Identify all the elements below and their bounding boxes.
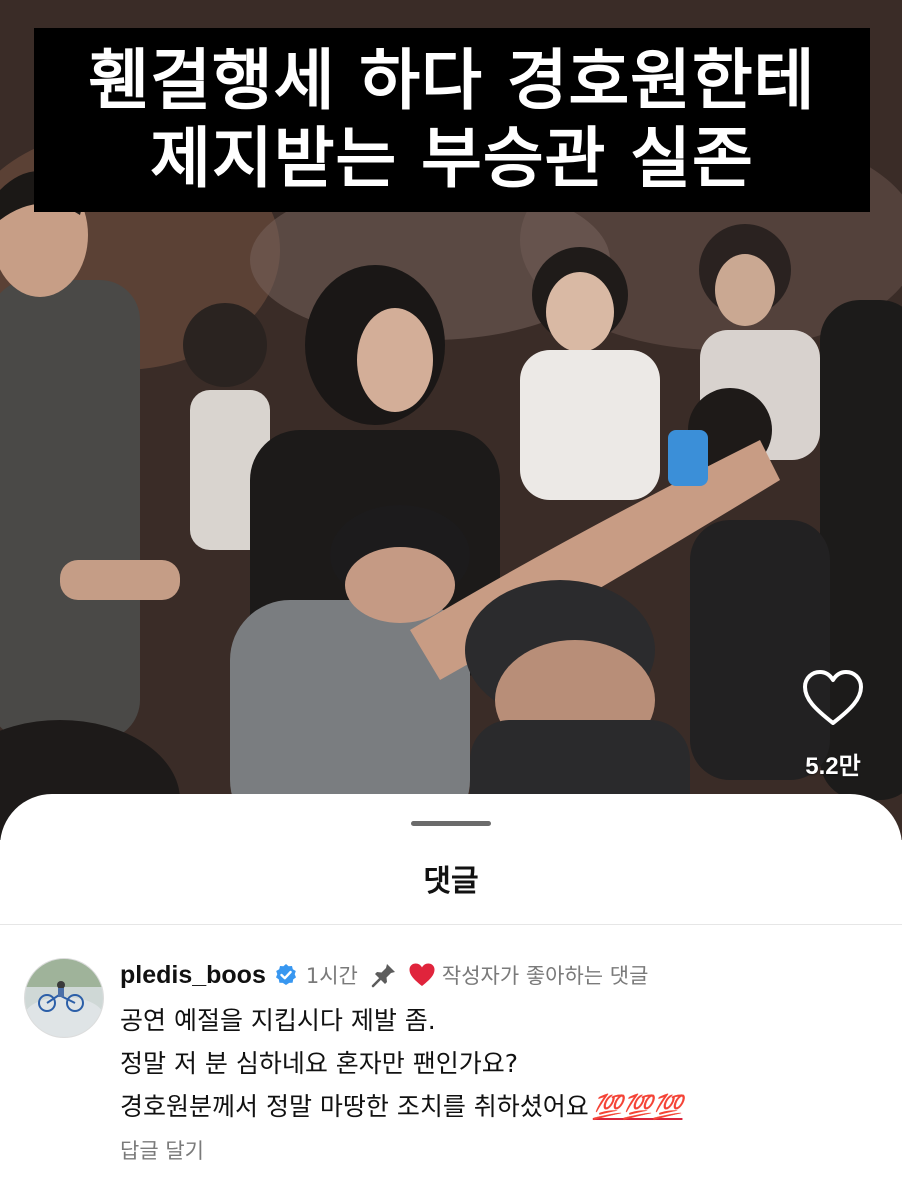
comment-text: 공연 예절을 지킵시다 제발 좀. 정말 저 분 심하네요 혼자만 팬인가요? … <box>120 999 880 1129</box>
comment-line-2: 정말 저 분 심하네요 혼자만 팬인가요? <box>120 1049 519 1078</box>
sheet-drag-handle[interactable] <box>411 821 491 826</box>
reels-screen: 휀걸행세 하다 경호원한테 제지받는 부승관 실존 5.2만 댓글 pledis… <box>0 0 902 1200</box>
comment-line-1: 공연 예절을 지킵시다 제발 좀. <box>120 1006 436 1035</box>
video-caption-line-1: 휀걸행세 하다 경호원한테 <box>88 42 816 119</box>
video-player[interactable]: 휀걸행세 하다 경호원한테 제지받는 부승관 실존 5.2만 <box>0 0 902 840</box>
comments-sheet: 댓글 pledis_boos 1시간 작성자가 좋아하는 댓글 공연 예절을 지… <box>0 794 902 1200</box>
reply-button[interactable]: 답글 달기 <box>120 1135 204 1165</box>
video-caption-line-2: 제지받는 부승관 실존 <box>150 120 754 197</box>
heart-outline-icon[interactable] <box>801 668 865 728</box>
video-caption-banner: 휀걸행세 하다 경호원한테 제지받는 부승관 실존 <box>34 28 870 212</box>
author-liked-label: 작성자가 좋아하는 댓글 <box>441 964 649 988</box>
comments-sheet-title: 댓글 <box>423 864 479 899</box>
comment-username[interactable]: pledis_boos <box>120 961 266 990</box>
comment-time: 1시간 <box>305 964 358 988</box>
comment-line-3-text: 경호원분께서 정말 마땅한 조치를 취하셨어요 <box>120 1092 589 1121</box>
comment-header: pledis_boos 1시간 작성자가 좋아하는 댓글 <box>120 957 648 993</box>
hundred-points-emoji: 💯💯💯 <box>592 1094 683 1121</box>
like-control: 5.2만 <box>796 668 870 781</box>
comment-item: pledis_boos 1시간 작성자가 좋아하는 댓글 공연 예절을 지킵시다… <box>0 925 902 1200</box>
like-count: 5.2만 <box>805 753 861 780</box>
avatar-icon[interactable] <box>24 958 104 1038</box>
pin-icon <box>371 964 395 988</box>
comment-line-3: 경호원분께서 정말 마땅한 조치를 취하셨어요 💯💯💯 <box>120 1085 880 1129</box>
red-heart-icon <box>409 963 435 986</box>
verified-badge-icon <box>275 964 296 985</box>
